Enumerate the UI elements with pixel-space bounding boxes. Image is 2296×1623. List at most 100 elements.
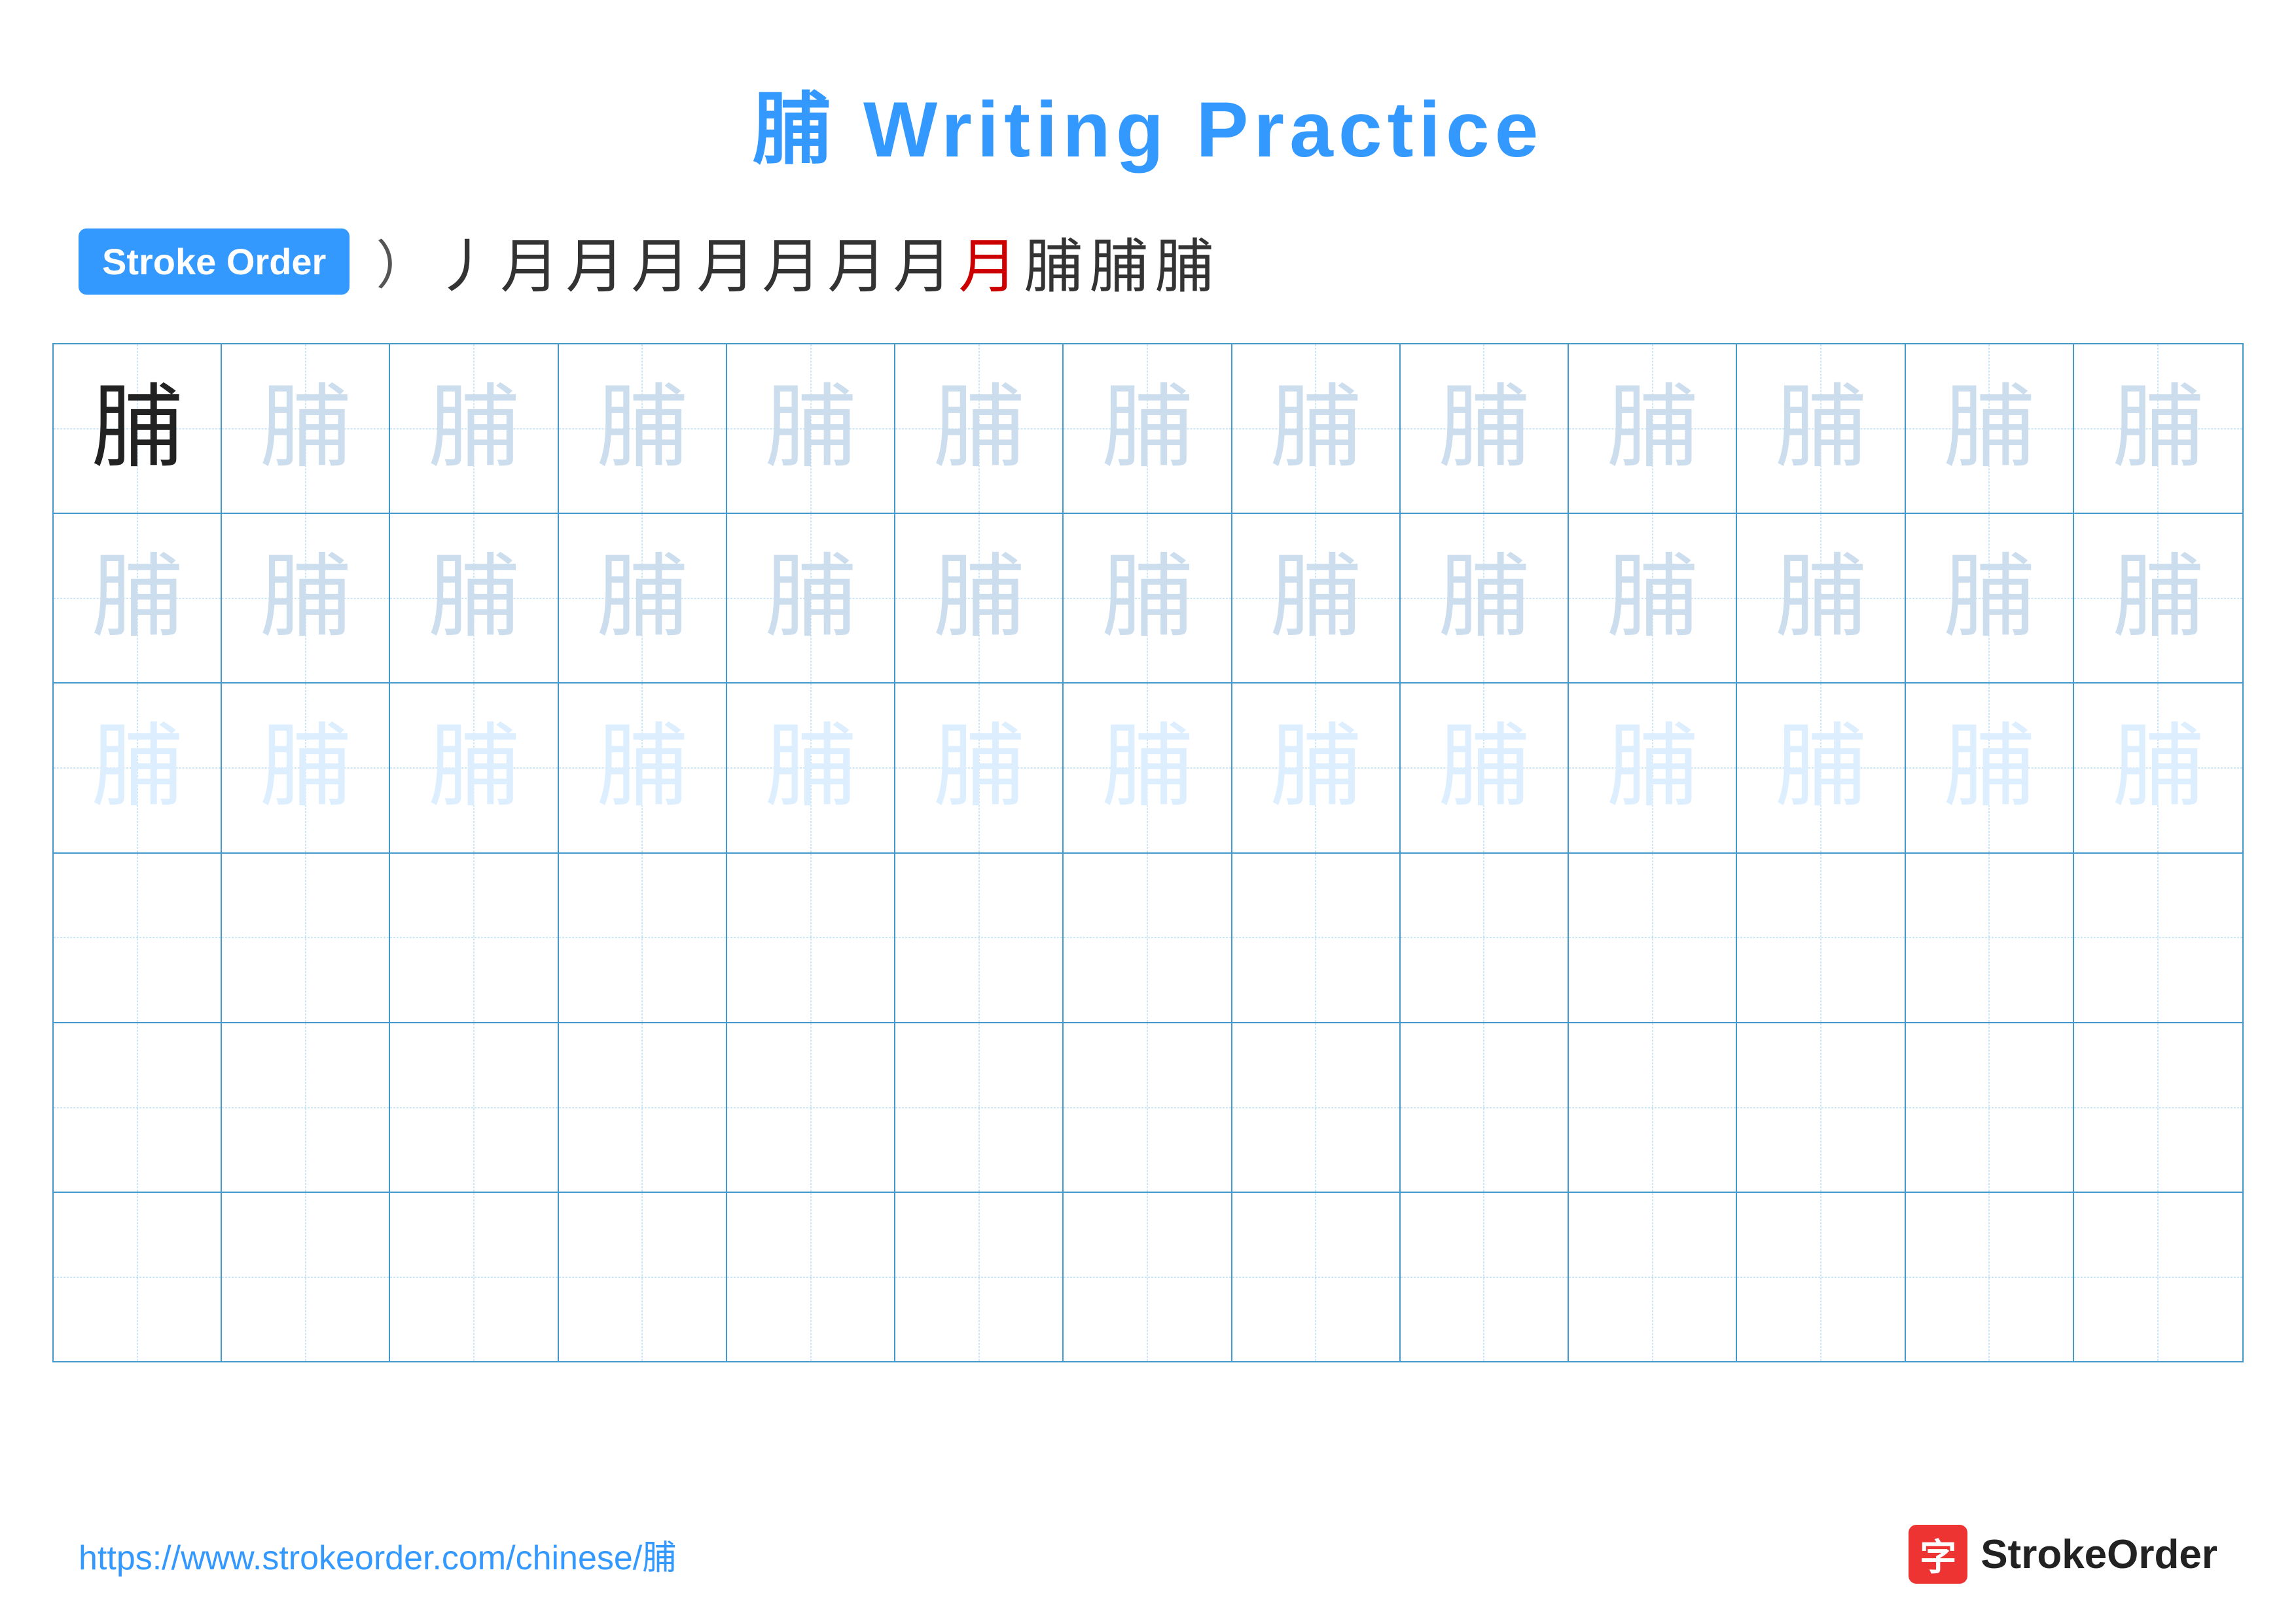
grid-cell-4-5[interactable] bbox=[727, 854, 895, 1022]
char-very-light: 脯 bbox=[1102, 722, 1193, 814]
stroke-11: 脯 bbox=[1089, 219, 1148, 304]
char-light: 脯 bbox=[765, 553, 857, 644]
grid-cell-4-1[interactable] bbox=[54, 854, 222, 1022]
grid-cell-3-1[interactable]: 脯 bbox=[54, 684, 222, 852]
char-light: 脯 bbox=[1775, 553, 1867, 644]
grid-cell-3-10[interactable]: 脯 bbox=[1569, 684, 1737, 852]
page-title: 脯 Writing Practice bbox=[0, 0, 2296, 179]
grid-cell-3-11[interactable]: 脯 bbox=[1737, 684, 1905, 852]
grid-cell-3-3[interactable]: 脯 bbox=[390, 684, 558, 852]
grid-cell-1-8[interactable]: 脯 bbox=[1232, 344, 1401, 513]
grid-cell-6-11[interactable] bbox=[1737, 1193, 1905, 1361]
grid-cell-1-10[interactable]: 脯 bbox=[1569, 344, 1737, 513]
grid-cell-4-12[interactable] bbox=[1906, 854, 2074, 1022]
grid-cell-2-4[interactable]: 脯 bbox=[559, 514, 727, 682]
grid-cell-4-9[interactable] bbox=[1401, 854, 1569, 1022]
grid-cell-5-2[interactable] bbox=[222, 1023, 390, 1192]
grid-cell-4-6[interactable] bbox=[895, 854, 1064, 1022]
stroke-5: 月 bbox=[696, 219, 755, 304]
char-very-light: 脯 bbox=[596, 722, 688, 814]
char-light: 脯 bbox=[596, 553, 688, 644]
grid-cell-2-1[interactable]: 脯 bbox=[54, 514, 222, 682]
grid-cell-2-13[interactable]: 脯 bbox=[2074, 514, 2242, 682]
grid-row-4 bbox=[54, 854, 2242, 1023]
grid-cell-4-7[interactable] bbox=[1064, 854, 1232, 1022]
grid-cell-2-5[interactable]: 脯 bbox=[727, 514, 895, 682]
grid-cell-5-13[interactable] bbox=[2074, 1023, 2242, 1192]
grid-cell-5-4[interactable] bbox=[559, 1023, 727, 1192]
grid-cell-5-11[interactable] bbox=[1737, 1023, 1905, 1192]
grid-cell-6-7[interactable] bbox=[1064, 1193, 1232, 1361]
grid-cell-4-10[interactable] bbox=[1569, 854, 1737, 1022]
grid-cell-6-5[interactable] bbox=[727, 1193, 895, 1361]
grid-cell-6-1[interactable] bbox=[54, 1193, 222, 1361]
grid-cell-5-6[interactable] bbox=[895, 1023, 1064, 1192]
grid-cell-1-11[interactable]: 脯 bbox=[1737, 344, 1905, 513]
grid-cell-6-12[interactable] bbox=[1906, 1193, 2074, 1361]
char-light: 脯 bbox=[1270, 553, 1361, 644]
grid-cell-1-1[interactable]: 脯 bbox=[54, 344, 222, 513]
grid-cell-1-7[interactable]: 脯 bbox=[1064, 344, 1232, 513]
grid-cell-3-7[interactable]: 脯 bbox=[1064, 684, 1232, 852]
grid-cell-6-6[interactable] bbox=[895, 1193, 1064, 1361]
stroke-6: 月 bbox=[762, 219, 821, 304]
grid-cell-6-2[interactable] bbox=[222, 1193, 390, 1361]
grid-cell-1-5[interactable]: 脯 bbox=[727, 344, 895, 513]
grid-cell-4-4[interactable] bbox=[559, 854, 727, 1022]
grid-cell-6-3[interactable] bbox=[390, 1193, 558, 1361]
grid-cell-5-7[interactable] bbox=[1064, 1023, 1232, 1192]
grid-cell-2-9[interactable]: 脯 bbox=[1401, 514, 1569, 682]
grid-cell-5-3[interactable] bbox=[390, 1023, 558, 1192]
grid-cell-3-5[interactable]: 脯 bbox=[727, 684, 895, 852]
footer-url[interactable]: https://www.strokeorder.com/chinese/脯 bbox=[79, 1530, 676, 1579]
grid-cell-2-3[interactable]: 脯 bbox=[390, 514, 558, 682]
stroke-9: 月 bbox=[958, 219, 1017, 304]
grid-cell-2-10[interactable]: 脯 bbox=[1569, 514, 1737, 682]
grid-cell-2-12[interactable]: 脯 bbox=[1906, 514, 2074, 682]
grid-cell-4-2[interactable] bbox=[222, 854, 390, 1022]
practice-grid: 脯 脯 脯 脯 脯 脯 脯 脯 脯 脯 脯 脯 bbox=[52, 343, 2244, 1362]
grid-cell-4-8[interactable] bbox=[1232, 854, 1401, 1022]
grid-cell-6-8[interactable] bbox=[1232, 1193, 1401, 1361]
stroke-paren: ） bbox=[376, 223, 428, 299]
grid-cell-1-4[interactable]: 脯 bbox=[559, 344, 727, 513]
grid-cell-1-13[interactable]: 脯 bbox=[2074, 344, 2242, 513]
grid-cell-1-3[interactable]: 脯 bbox=[390, 344, 558, 513]
char-light: 脯 bbox=[1607, 383, 1698, 475]
grid-cell-2-2[interactable]: 脯 bbox=[222, 514, 390, 682]
char-light: 脯 bbox=[1943, 553, 2035, 644]
char-very-light: 脯 bbox=[1775, 722, 1867, 814]
grid-cell-2-11[interactable]: 脯 bbox=[1737, 514, 1905, 682]
grid-cell-5-12[interactable] bbox=[1906, 1023, 2074, 1192]
grid-cell-3-4[interactable]: 脯 bbox=[559, 684, 727, 852]
char-very-light: 脯 bbox=[2112, 722, 2204, 814]
grid-cell-6-13[interactable] bbox=[2074, 1193, 2242, 1361]
grid-cell-6-4[interactable] bbox=[559, 1193, 727, 1361]
grid-cell-4-3[interactable] bbox=[390, 854, 558, 1022]
grid-row-6 bbox=[54, 1193, 2242, 1361]
grid-cell-2-8[interactable]: 脯 bbox=[1232, 514, 1401, 682]
grid-cell-5-5[interactable] bbox=[727, 1023, 895, 1192]
grid-cell-3-6[interactable]: 脯 bbox=[895, 684, 1064, 852]
stroke-order-badge: Stroke Order bbox=[79, 228, 350, 295]
grid-cell-1-12[interactable]: 脯 bbox=[1906, 344, 2074, 513]
grid-cell-5-10[interactable] bbox=[1569, 1023, 1737, 1192]
grid-cell-2-7[interactable]: 脯 bbox=[1064, 514, 1232, 682]
char-light: 脯 bbox=[596, 383, 688, 475]
grid-cell-3-13[interactable]: 脯 bbox=[2074, 684, 2242, 852]
grid-cell-5-9[interactable] bbox=[1401, 1023, 1569, 1192]
grid-cell-6-10[interactable] bbox=[1569, 1193, 1737, 1361]
grid-cell-3-12[interactable]: 脯 bbox=[1906, 684, 2074, 852]
grid-cell-4-13[interactable] bbox=[2074, 854, 2242, 1022]
grid-cell-1-9[interactable]: 脯 bbox=[1401, 344, 1569, 513]
grid-cell-5-8[interactable] bbox=[1232, 1023, 1401, 1192]
grid-cell-5-1[interactable] bbox=[54, 1023, 222, 1192]
grid-cell-4-11[interactable] bbox=[1737, 854, 1905, 1022]
grid-cell-1-2[interactable]: 脯 bbox=[222, 344, 390, 513]
grid-cell-2-6[interactable]: 脯 bbox=[895, 514, 1064, 682]
grid-cell-6-9[interactable] bbox=[1401, 1193, 1569, 1361]
grid-cell-3-9[interactable]: 脯 bbox=[1401, 684, 1569, 852]
grid-cell-3-8[interactable]: 脯 bbox=[1232, 684, 1401, 852]
grid-cell-1-6[interactable]: 脯 bbox=[895, 344, 1064, 513]
grid-cell-3-2[interactable]: 脯 bbox=[222, 684, 390, 852]
